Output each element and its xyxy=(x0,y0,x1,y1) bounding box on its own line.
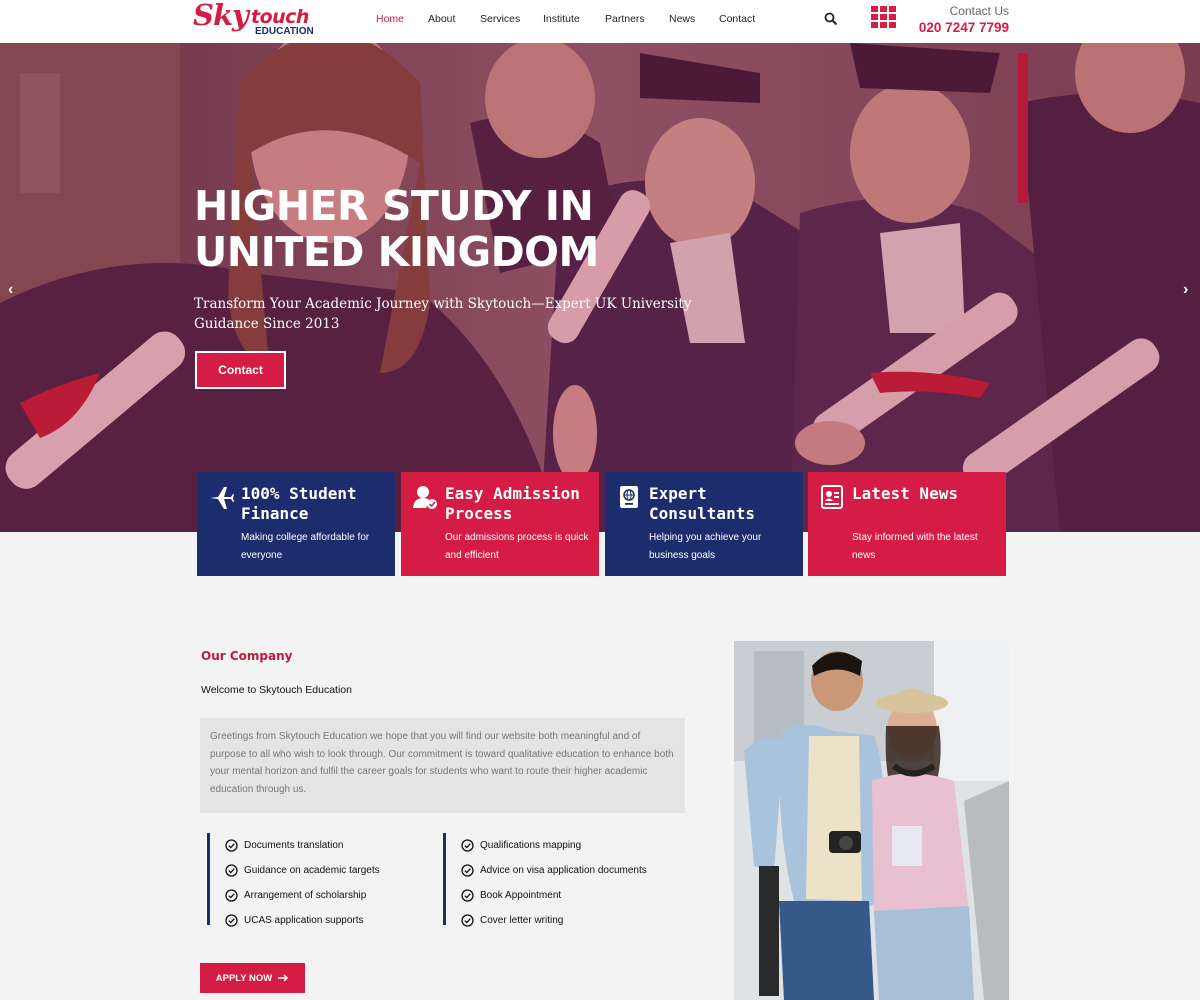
students-photo xyxy=(734,641,1009,1000)
feature-desc: Stay informed with the latest news xyxy=(852,532,978,561)
check-circle-icon xyxy=(461,839,474,852)
list-item: Qualifications mapping xyxy=(461,833,647,858)
phone-number[interactable]: 020 7247 7799 xyxy=(919,20,1009,35)
list-item-label: Arrangement of scholarship xyxy=(244,890,367,901)
logo-touch-text: touch xyxy=(251,6,309,28)
passport-globe-icon xyxy=(620,486,638,508)
list-item: Documents translation xyxy=(225,833,380,858)
hero-slider: HIGHER STUDY IN UNITED KINGDOM Transform… xyxy=(0,43,1200,532)
slider-next-icon[interactable]: › xyxy=(1183,281,1188,299)
check-circle-icon xyxy=(461,914,474,927)
site-header: Sky touch EDUCATION Home About Services … xyxy=(0,0,1200,43)
services-list-right: Qualifications mapping Advice on visa ap… xyxy=(443,833,647,927)
feature-desc: Making college affordable for everyone xyxy=(241,532,370,561)
check-circle-icon xyxy=(461,889,474,902)
feature-desc: Helping you achieve your business goals xyxy=(649,532,762,561)
check-circle-icon xyxy=(461,864,474,877)
hero-overlay xyxy=(0,43,1200,532)
search-icon[interactable] xyxy=(824,12,838,26)
nav-partners[interactable]: Partners xyxy=(605,13,645,25)
welcome-text: Welcome to Skytouch Education xyxy=(201,684,352,696)
list-item-label: Cover letter writing xyxy=(480,915,564,926)
feature-title: 100% Student Finance xyxy=(241,484,357,523)
grid-menu-icon[interactable] xyxy=(871,6,896,28)
services-list-left: Documents translation Guidance on academ… xyxy=(207,833,380,927)
logo-sky-text: Sky xyxy=(193,0,249,32)
feature-card-admission[interactable]: Easy Admission Process Our admissions pr… xyxy=(401,472,599,576)
hero-title: HIGHER STUDY IN UNITED KINGDOM xyxy=(194,183,599,275)
nav-home[interactable]: Home xyxy=(376,13,404,25)
header-contact: Contact Us 020 7247 7799 xyxy=(919,4,1009,35)
skytouch-logo[interactable]: Sky touch EDUCATION xyxy=(193,0,323,40)
contact-us-label: Contact Us xyxy=(949,4,1009,18)
apply-now-label: APPLY NOW xyxy=(215,972,273,984)
nav-news[interactable]: News xyxy=(669,13,695,25)
list-item-label: Qualifications mapping xyxy=(480,840,582,851)
nav-services[interactable]: Services xyxy=(480,13,520,25)
nav-institute[interactable]: Institute xyxy=(543,13,580,25)
list-item-label: Book Appointment xyxy=(480,890,562,901)
feature-card-finance[interactable]: 100% Student Finance Making college affo… xyxy=(197,472,395,576)
feature-desc: Our admissions process is quick and effi… xyxy=(445,532,589,561)
feature-card-consultants[interactable]: Expert Consultants Helping you achieve y… xyxy=(605,472,803,576)
logo-education-text: EDUCATION xyxy=(255,26,314,37)
list-item: Cover letter writing xyxy=(461,908,647,933)
airplane-icon xyxy=(210,487,234,509)
list-item: UCAS application supports xyxy=(225,908,380,933)
nav-about[interactable]: About xyxy=(428,13,455,25)
check-circle-icon xyxy=(225,864,238,877)
arrow-right-icon xyxy=(278,974,289,982)
user-admission-icon xyxy=(413,486,437,509)
hero-title-line2: UNITED KINGDOM xyxy=(194,228,599,276)
slider-prev-icon[interactable]: ‹ xyxy=(8,281,13,299)
hero-title-line1: HIGHER STUDY IN xyxy=(194,182,594,230)
list-item-label: UCAS application supports xyxy=(244,915,364,926)
section-heading: Our Company xyxy=(201,649,293,663)
feature-title: Easy Admission Process xyxy=(445,484,580,523)
news-icon xyxy=(821,485,843,509)
apply-now-button[interactable]: APPLY NOW xyxy=(200,963,305,993)
list-item: Arrangement of scholarship xyxy=(225,883,380,908)
list-item: Advice on visa application documents xyxy=(461,858,647,883)
list-item-label: Guidance on academic targets xyxy=(244,865,380,876)
feature-card-news[interactable]: Latest News Stay informed with the lates… xyxy=(808,472,1006,576)
feature-title: Latest News xyxy=(852,484,958,503)
list-item-label: Documents translation xyxy=(244,840,344,851)
check-circle-icon xyxy=(225,839,238,852)
nav-contact[interactable]: Contact xyxy=(719,13,755,25)
hero-subtitle: Transform Your Academic Journey with Sky… xyxy=(194,296,692,332)
hero-contact-button[interactable]: Contact xyxy=(195,351,286,389)
intro-text: Greetings from Skytouch Education we hop… xyxy=(200,718,685,813)
list-item-label: Advice on visa application documents xyxy=(480,865,647,876)
check-circle-icon xyxy=(225,914,238,927)
check-circle-icon xyxy=(225,889,238,902)
feature-title: Expert Consultants xyxy=(649,484,755,523)
list-item: Book Appointment xyxy=(461,883,647,908)
list-item: Guidance on academic targets xyxy=(225,858,380,883)
